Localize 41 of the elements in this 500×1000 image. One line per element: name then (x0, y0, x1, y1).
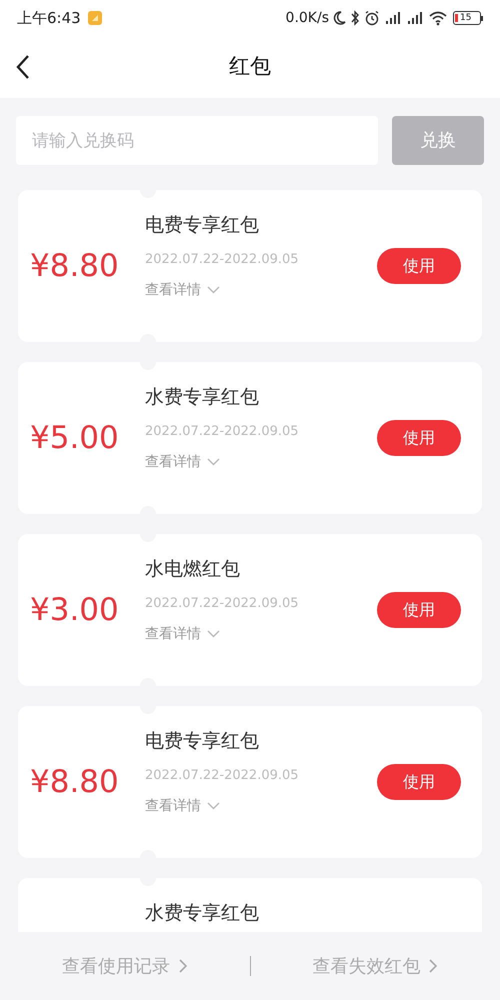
wifi-icon (429, 10, 447, 26)
validity-dates: 2022.07.22-2022.09.05 (145, 595, 299, 613)
coupon-amount: ¥8.80 (30, 246, 119, 286)
chevron-down-icon (207, 458, 220, 466)
status-time: 上午6:43 (17, 8, 81, 29)
page-title: 红包 (229, 53, 271, 80)
use-button[interactable]: 使用 (377, 592, 461, 628)
validity-dates: 2022.07.22-2022.09.05 (145, 251, 299, 269)
coupon-amount: ¥8.80 (30, 762, 119, 802)
chevron-down-icon (207, 286, 220, 294)
use-button[interactable]: 使用 (377, 764, 461, 800)
chevron-right-icon (178, 958, 188, 974)
use-button[interactable]: 使用 (377, 420, 461, 456)
usage-history-link[interactable]: 查看使用记录 (62, 952, 188, 980)
moon-icon (332, 10, 346, 26)
chevron-right-icon (428, 958, 438, 974)
details-toggle[interactable]: 查看详情 (145, 280, 220, 300)
use-button[interactable]: 使用 (377, 248, 461, 284)
coupon-title: 电费专享红包 (145, 213, 260, 238)
chevron-down-icon (207, 802, 220, 810)
details-toggle[interactable]: 查看详情 (145, 624, 220, 644)
signal-icon (406, 10, 424, 26)
signal-icon (384, 10, 402, 26)
details-toggle[interactable]: 查看详情 (145, 452, 220, 472)
coupon-title: 电费专享红包 (145, 729, 260, 754)
validity-dates: 2022.07.22-2022.09.05 (145, 423, 299, 441)
coupon-title: 水费专享红包 (145, 901, 260, 926)
network-speed: 0.0K/s (286, 8, 329, 28)
notification-icon (86, 10, 103, 26)
bluetooth-icon (350, 10, 360, 26)
back-icon[interactable] (15, 54, 31, 80)
coupon-title: 水费专享红包 (145, 385, 260, 410)
coupon-title: 水电燃红包 (145, 557, 241, 582)
validity-dates: 2022.07.22-2022.09.05 (145, 767, 299, 785)
coupon-amount: ¥3.00 (30, 590, 119, 630)
coupon-amount: ¥5.00 (30, 418, 119, 458)
chevron-down-icon (207, 630, 220, 638)
battery-icon: 15 (453, 11, 483, 25)
expired-coupons-link[interactable]: 查看失效红包 (312, 952, 438, 980)
alarm-icon (364, 10, 380, 26)
details-toggle[interactable]: 查看详情 (145, 796, 220, 816)
